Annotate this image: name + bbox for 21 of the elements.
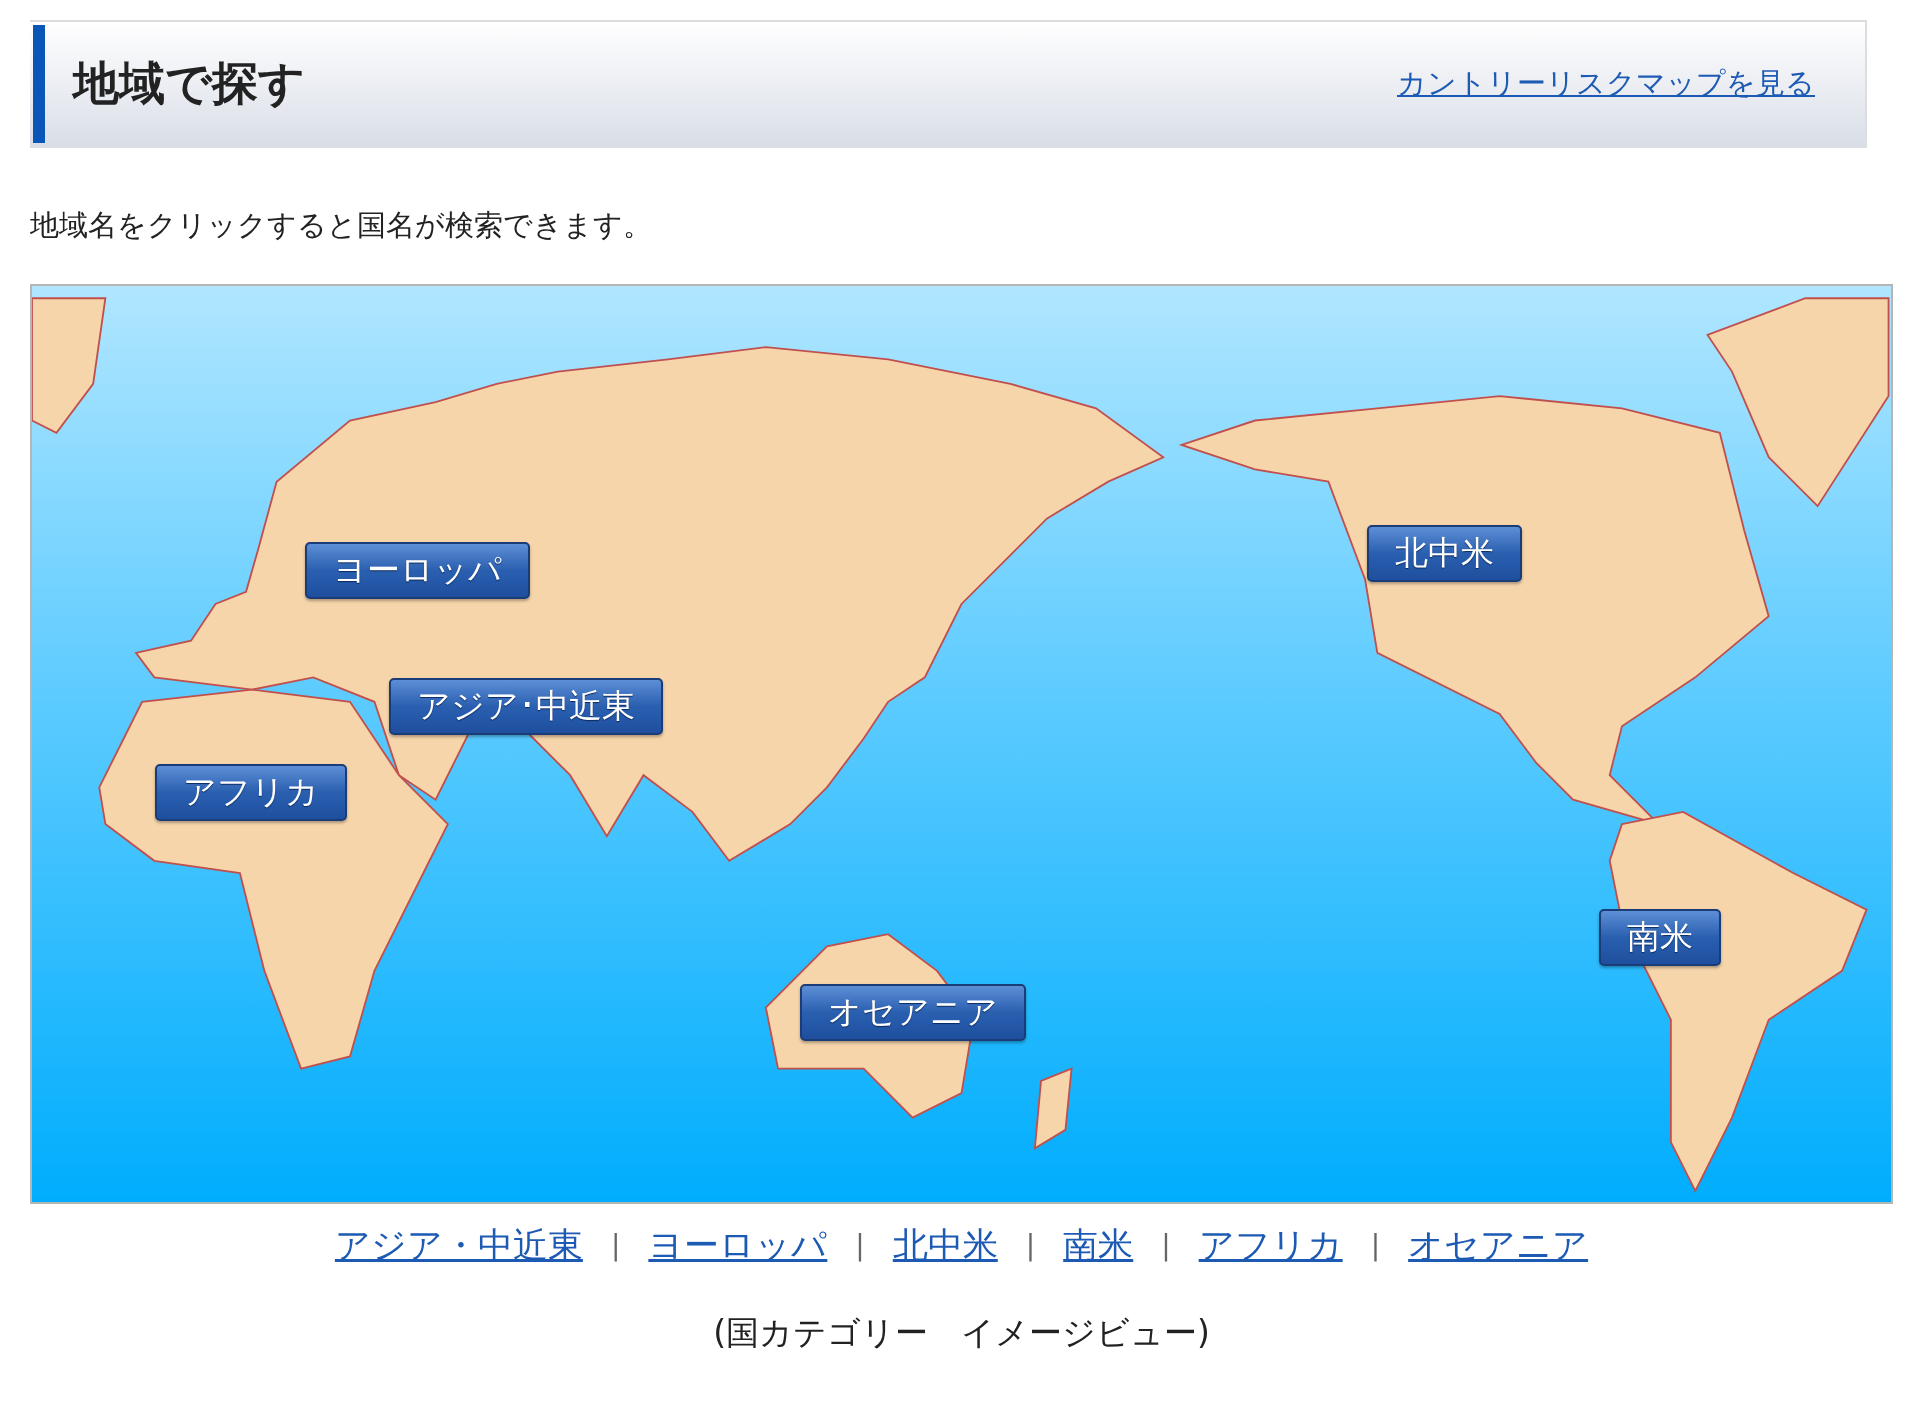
link-separator: | <box>1025 1229 1036 1262</box>
region-button[interactable]: 北中米 <box>1366 525 1522 583</box>
link-separator: | <box>855 1229 865 1262</box>
region-link[interactable]: ヨーロッパ <box>648 1222 828 1269</box>
region-link[interactable]: 南米 <box>1063 1222 1134 1269</box>
caption-text: (国カテゴリー イメージビュー) <box>712 1312 1211 1354</box>
instruction-text: 地域名をクリックすると国名が検索できます。 <box>30 207 653 244</box>
region-link[interactable]: アフリカ <box>1198 1222 1343 1269</box>
link-separator: | <box>1161 1229 1171 1262</box>
region-button[interactable]: アフリカ <box>154 764 347 822</box>
region-button[interactable]: アジア･中近東 <box>388 678 663 736</box>
risk-map-link[interactable]: カントリーリスクマップを見る <box>1397 64 1815 104</box>
region-link[interactable]: 北中米 <box>892 1222 998 1269</box>
region-button[interactable]: ヨーロッパ <box>305 541 531 599</box>
region-button[interactable]: オセアニア <box>799 984 1026 1041</box>
section-title: 地域で探す <box>73 55 306 112</box>
link-separator: | <box>610 1229 621 1262</box>
region-button[interactable]: 南米 <box>1599 908 1722 966</box>
region-link[interactable]: オセアニア <box>1408 1222 1589 1269</box>
link-separator: | <box>1370 1229 1381 1262</box>
region-link[interactable]: アジア・中近東 <box>334 1222 583 1269</box>
